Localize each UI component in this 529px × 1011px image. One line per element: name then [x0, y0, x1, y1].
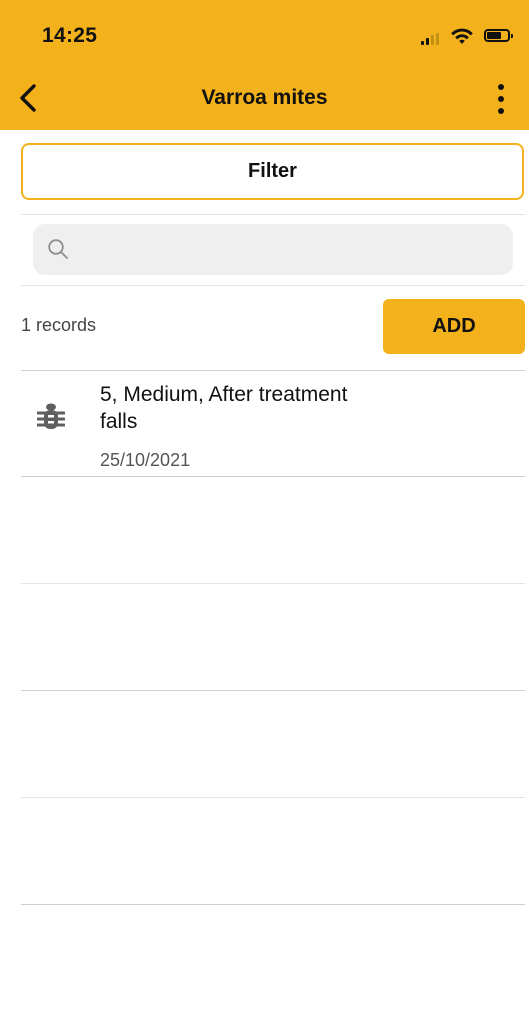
- list-item[interactable]: 5, Medium, After treatment falls 25/10/2…: [21, 371, 525, 476]
- search-icon: [48, 239, 68, 259]
- record-count: 1 records: [21, 315, 97, 335]
- wifi-icon: [451, 28, 473, 44]
- divider: [21, 476, 525, 477]
- search-input[interactable]: [33, 224, 513, 275]
- divider: [21, 285, 525, 286]
- divider: [21, 690, 525, 691]
- battery-icon: [484, 29, 513, 42]
- status-icons: [407, 24, 517, 48]
- bug-icon: [37, 403, 65, 429]
- divider: [21, 583, 525, 584]
- list-item-date: 25/10/2021: [100, 450, 191, 470]
- app-screen: 14:25 Varroa mites Filter 1 records ADD …: [0, 0, 529, 1011]
- divider: [21, 797, 525, 798]
- signal-icon: [421, 33, 439, 45]
- add-button[interactable]: ADD: [383, 299, 525, 354]
- header-bar: 14:25 Varroa mites: [0, 0, 529, 130]
- filter-button[interactable]: Filter: [21, 143, 524, 200]
- status-time: 14:25: [42, 24, 98, 47]
- divider: [21, 214, 525, 215]
- page-title: Varroa mites: [201, 86, 328, 109]
- list-item-title: 5, Medium, After treatment falls: [100, 383, 348, 433]
- more-options-icon[interactable]: [493, 82, 509, 116]
- divider: [21, 904, 525, 905]
